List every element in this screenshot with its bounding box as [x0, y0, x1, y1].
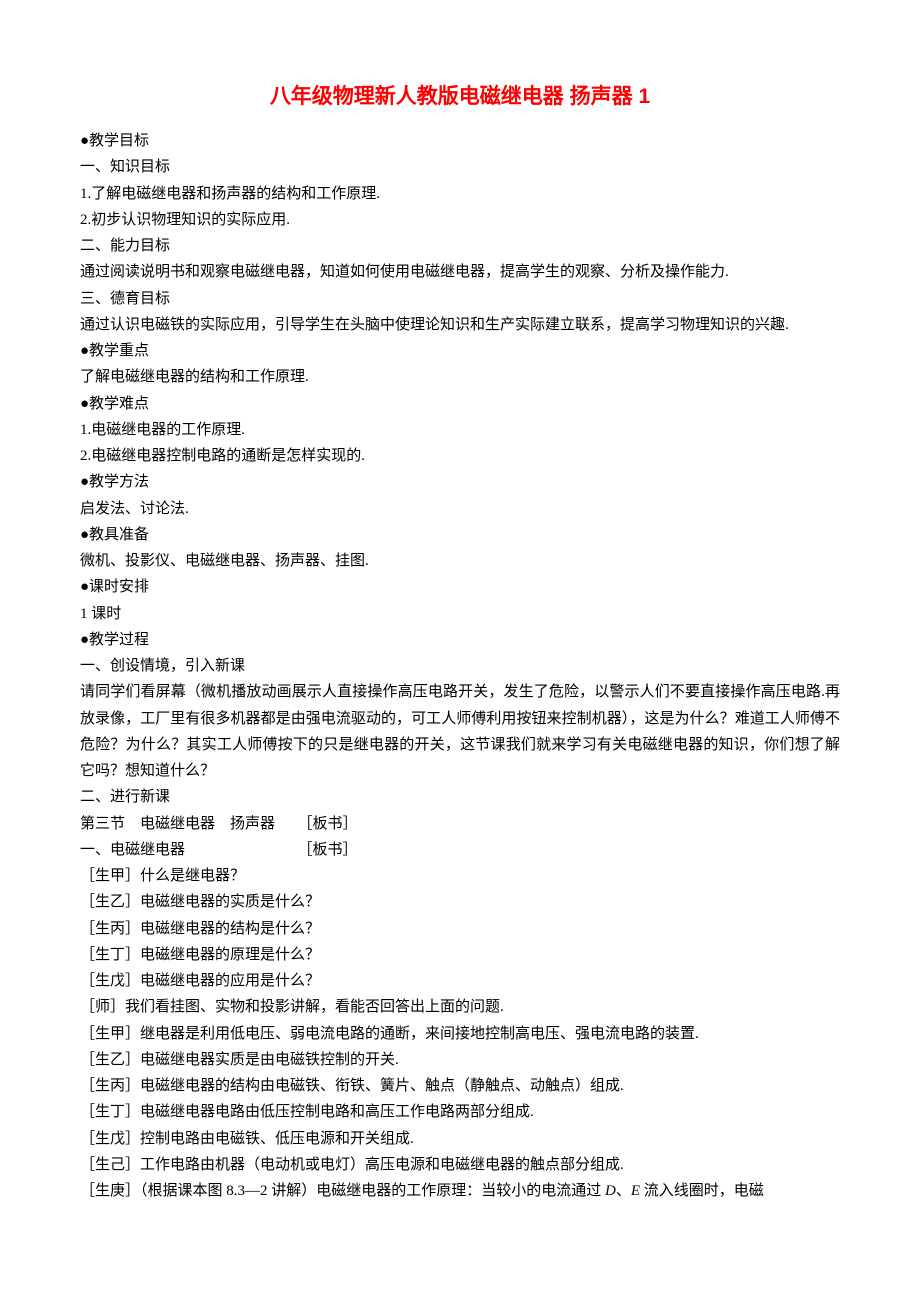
document-title: 八年级物理新人教版电磁继电器 扬声器 1 [80, 80, 840, 110]
paragraph-line: ［生己］工作电路由机器（电动机或电灯）高压电源和电磁继电器的触点部分组成. [80, 1152, 840, 1178]
paragraph-line: 第三节 电磁继电器 扬声器 ［板书］ [80, 811, 840, 837]
paragraph-line: 一、创设情境，引入新课 [80, 653, 840, 679]
paragraph-line: ［生丙］电磁继电器的结构是什么？ [80, 916, 840, 942]
paragraph-line: 2.初步认识物理知识的实际应用. [80, 207, 840, 233]
paragraph-line: 1.了解电磁继电器和扬声器的结构和工作原理. [80, 181, 840, 207]
paragraph-line: 启发法、讨论法. [80, 496, 840, 522]
paragraph-line: 一、知识目标 [80, 154, 840, 180]
text-segment: ［生庚］（根据课本图 8.3—2 讲解）电磁继电器的工作原理：当较小的电流通过 [80, 1183, 605, 1199]
paragraph-line: ●教学难点 [80, 391, 840, 417]
paragraph-line: 了解电磁继电器的结构和工作原理. [80, 364, 840, 390]
paragraph-line: 一、电磁继电器 ［板书］ [80, 837, 840, 863]
paragraph-line: 1.电磁继电器的工作原理. [80, 417, 840, 443]
paragraph-line: 三、德育目标 [80, 286, 840, 312]
paragraph-line: ［生丙］电磁继电器的结构由电磁铁、衔铁、簧片、触点（静触点、动触点）组成. [80, 1073, 840, 1099]
paragraph-line: ●教学重点 [80, 338, 840, 364]
paragraph-line: ●教学目标 [80, 128, 840, 154]
paragraph-line: ［生丁］电磁继电器的原理是什么？ [80, 942, 840, 968]
paragraph-line: ［生戊］控制电路由电磁铁、低压电源和开关组成. [80, 1126, 840, 1152]
paragraph-line: ［生乙］电磁继电器实质是由电磁铁控制的开关. [80, 1047, 840, 1073]
variable-e: E [631, 1183, 640, 1199]
paragraph-line: ［师］我们看挂图、实物和投影讲解，看能否回答出上面的问题. [80, 994, 840, 1020]
paragraph-line: 通过阅读说明书和观察电磁继电器，知道如何使用电磁继电器，提高学生的观察、分析及操… [80, 259, 840, 285]
paragraph-line: ［生甲］什么是继电器？ [80, 863, 840, 889]
paragraph-line: 1 课时 [80, 601, 840, 627]
paragraph-line: ［生庚］（根据课本图 8.3—2 讲解）电磁继电器的工作原理：当较小的电流通过 … [80, 1178, 840, 1204]
paragraph-line: 2.电磁继电器控制电路的通断是怎样实现的. [80, 443, 840, 469]
paragraph-line: 请同学们看屏幕（微机播放动画展示人直接操作高压电路开关，发生了危险，以警示人们不… [80, 679, 840, 784]
paragraph-line: 二、进行新课 [80, 784, 840, 810]
paragraph-line: ●教具准备 [80, 522, 840, 548]
paragraph-line: ●教学方法 [80, 469, 840, 495]
variable-d: D [605, 1183, 616, 1199]
paragraph-line: 微机、投影仪、电磁继电器、扬声器、挂图. [80, 548, 840, 574]
paragraph-line: ［生戊］电磁继电器的应用是什么？ [80, 968, 840, 994]
paragraph-line: ［生甲］继电器是利用低电压、弱电流电路的通断，来间接地控制高电压、强电流电路的装… [80, 1021, 840, 1047]
paragraph-line: ［生丁］电磁继电器电路由低压控制电路和高压工作电路两部分组成. [80, 1099, 840, 1125]
document-body: ●教学目标一、知识目标1.了解电磁继电器和扬声器的结构和工作原理.2.初步认识物… [80, 128, 840, 1178]
text-segment: 、 [616, 1183, 631, 1199]
paragraph-line: 二、能力目标 [80, 233, 840, 259]
paragraph-line: ［生乙］电磁继电器的实质是什么？ [80, 889, 840, 915]
text-segment: 流入线圈时，电磁 [640, 1183, 764, 1199]
paragraph-line: 通过认识电磁铁的实际应用，引导学生在头脑中使理论知识和生产实际建立联系，提高学习… [80, 312, 840, 338]
paragraph-line: ●课时安排 [80, 574, 840, 600]
paragraph-line: ●教学过程 [80, 627, 840, 653]
